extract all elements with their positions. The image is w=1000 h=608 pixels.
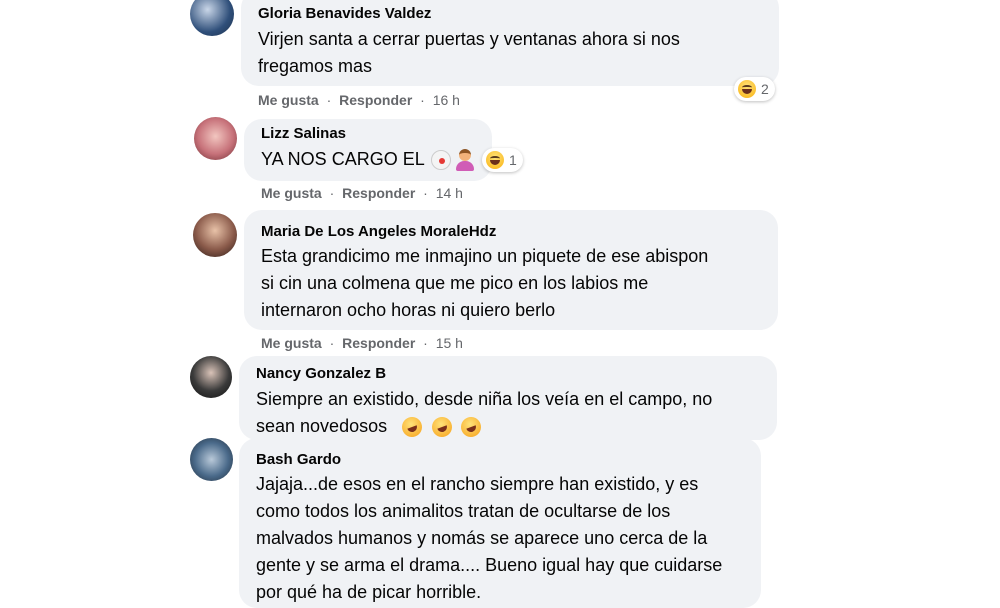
comment-time[interactable]: 16 h <box>433 92 460 108</box>
reply-link[interactable]: Responder <box>342 185 415 201</box>
comment-text-line: si cin una colmena que me pico en los la… <box>261 273 649 293</box>
comment-text-line: Esta grandicimo me inmajino un piquete d… <box>261 246 709 266</box>
comment-text-line: malvados humanos y nomás se aparece uno … <box>256 528 708 548</box>
comment-text-line: como todos los animalitos tratan de ocul… <box>256 501 671 521</box>
comment-author[interactable]: Gloria Benavides Valdez <box>258 5 431 22</box>
comment-text-line: YA NOS CARGO EL <box>261 149 425 169</box>
haha-emoji-icon <box>486 151 504 169</box>
clown-emoji-icon <box>430 148 452 170</box>
haha-emoji-icon <box>738 80 756 98</box>
avatar[interactable] <box>190 0 234 36</box>
comment-author[interactable]: Bash Gardo <box>256 451 341 468</box>
separator: · <box>326 92 332 108</box>
reply-link[interactable]: Responder <box>339 92 412 108</box>
separator: · <box>423 185 428 201</box>
comment-text-line: sean novedosos <box>256 416 388 436</box>
comment-text-line: por qué ha de picar horrible. <box>256 582 482 602</box>
comment-author[interactable]: Nancy Gonzalez B <box>256 365 386 382</box>
like-link[interactable]: Me gusta <box>258 92 319 108</box>
comment-text-line: internaron ocho horas ni quiero berlo <box>261 300 556 320</box>
woman-shrugging-emoji-icon <box>456 149 474 171</box>
like-link[interactable]: Me gusta <box>261 185 322 201</box>
comment-text-line: Jajaja...de esos en el rancho siempre ha… <box>256 474 699 494</box>
comment-time[interactable]: 15 h <box>436 335 463 351</box>
comment-author[interactable]: Lizz Salinas <box>261 125 346 142</box>
comment-actions: Me gusta · Responder · 16 h <box>258 92 460 108</box>
reaction-count: 2 <box>761 81 769 97</box>
reaction-count: 1 <box>509 152 517 168</box>
comment-author[interactable]: Maria De Los Angeles MoraleHdz <box>261 223 496 240</box>
avatar[interactable] <box>193 213 237 257</box>
reaction-count-badge[interactable]: 1 <box>482 148 523 172</box>
comment-text-line: Virjen santa a cerrar puertas y ventanas… <box>258 29 680 49</box>
separator: · <box>420 92 425 108</box>
like-link[interactable]: Me gusta <box>261 335 322 351</box>
separator: · <box>329 185 335 201</box>
reply-link[interactable]: Responder <box>342 335 415 351</box>
comment-text-line: Siempre an existido, desde niña los veía… <box>256 389 713 409</box>
avatar[interactable] <box>194 117 237 160</box>
comment-time[interactable]: 14 h <box>436 185 463 201</box>
comment-actions: Me gusta · Responder · 14 h <box>261 185 463 201</box>
avatar[interactable] <box>190 356 232 398</box>
reaction-count-badge[interactable]: 2 <box>734 77 775 101</box>
comment-actions: Me gusta · Responder · 15 h <box>261 335 463 351</box>
separator: · <box>423 335 428 351</box>
separator: · <box>329 335 335 351</box>
comment-text-line: gente y se arma el drama.... Bueno igual… <box>256 555 723 575</box>
comment-text-line: fregamos mas <box>258 56 373 76</box>
avatar[interactable] <box>190 438 233 481</box>
